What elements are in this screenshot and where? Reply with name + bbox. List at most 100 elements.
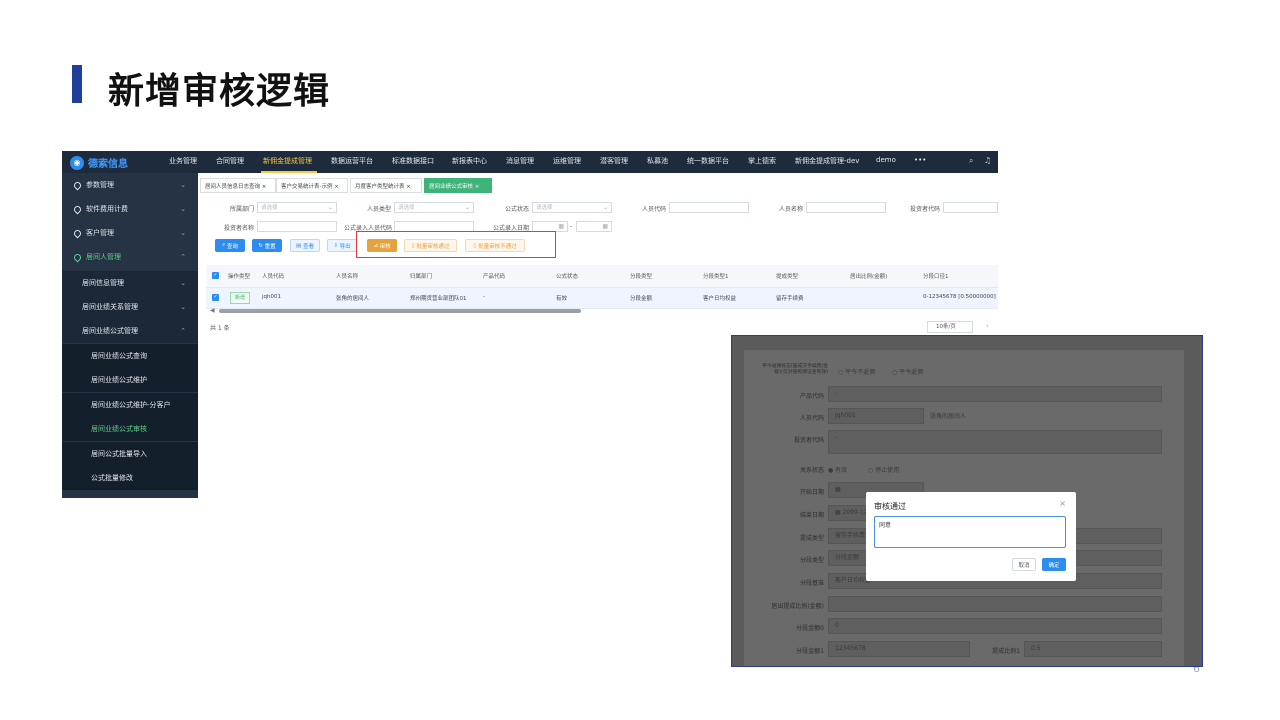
sidebar: 参数管理 ⌄ 软件费用计费 ⌄ 客户管理 ⌄ 居间人管理 ⌃ 居间信息管理 ⌄ 居间业绩关… [62,173,198,498]
sidebar-leaf[interactable]: 居间公式批量导入 [62,442,198,466]
form-label: 居出提成比例(金额) [771,603,824,610]
form-label: 投资者代码 [793,437,824,444]
select-all-checkbox[interactable]: ✓ [212,272,219,279]
tab[interactable]: 居间人员信息日志查询 × [200,178,276,193]
bell-icon[interactable]: ♫ [984,156,991,165]
view-button[interactable]: ▤ 查看 [290,239,320,252]
staff-code-input[interactable] [669,202,749,213]
tab[interactable]: 客户交易统计表-示例 × [276,178,348,193]
column-header[interactable]: 产品代码 [483,272,505,280]
nav-item[interactable]: 运维管理 [553,156,581,166]
column-header[interactable]: 分段类型1 [703,272,729,280]
slide-title: 新增审核逻辑 [108,71,331,112]
row-checkbox[interactable]: ✓ [212,294,219,301]
type-select[interactable]: 请选择 ⌄ [394,202,474,213]
nav-item[interactable]: 数据运营平台 [331,156,373,166]
dept-select[interactable]: 请选择 ⌄ [257,202,337,213]
chevron-down-icon: ⌄ [180,279,186,287]
chevron-down-icon: ⌄ [180,303,186,311]
nav-item[interactable]: 新佣金提成管理-dev [795,156,859,166]
column-header[interactable]: 分段类型 [630,272,652,280]
product-select[interactable]: - [828,386,1162,402]
ratio1-field[interactable]: 0.5 [1024,641,1162,657]
highlight-box [356,231,556,258]
sidebar-item[interactable]: 软件费用计费 ⌄ [62,197,198,221]
tier-type-value: 留存手续费 [835,532,866,539]
form-label: 平今返佣标志(居成交手续费/金额)(仅对按照保证金有效) [762,364,828,375]
sidebar-item[interactable]: 客户管理 ⌄ [62,221,198,245]
nav-more[interactable]: ••• [914,156,926,164]
sidebar-leaf[interactable]: 居间业绩公式维护 [62,368,198,392]
export-button[interactable]: ⇩ 导出 [327,239,357,252]
column-header[interactable]: 居出比例(金额) [850,272,887,280]
radio-option[interactable]: ○ 平今返佣 [892,367,923,376]
column-header[interactable]: 公式状态 [556,272,578,280]
ratio-field[interactable] [828,596,1162,612]
nav-item[interactable]: demo [876,156,896,164]
close-icon[interactable]: × [1059,499,1066,508]
sidebar-leaf[interactable]: 居间业绩公式查询 [62,344,198,368]
export-button-label: 导出 [339,243,351,250]
chevron-down-icon: ⌄ [180,181,186,189]
sidebar-subitem[interactable]: 居间业绩公式管理 ⌃ [62,319,198,343]
amount1-field[interactable]: 12345678 [828,641,970,657]
nav-item-active[interactable]: 新佣金提成管理 [263,156,312,166]
column-header[interactable]: 人员名称 [336,272,358,280]
sidebar-leaf-active[interactable]: 居间业绩公式审核 [62,417,198,441]
sidebar-item[interactable]: 参数管理 ⌄ [62,173,198,197]
amount0-field[interactable]: 0 [828,618,1162,634]
investor-code-input[interactable] [943,202,998,213]
end-date-input[interactable]: ▦ [576,221,612,232]
query-button[interactable]: ⌕ 查询 [215,239,245,252]
radio-option[interactable]: ● 有效 [828,465,847,474]
nav-item[interactable]: 私募池 [647,156,668,166]
nav-item[interactable]: 掌上德索 [748,156,776,166]
formula-status-label: 公式状态 [505,206,530,213]
chevron-down-icon: ⌄ [180,229,186,237]
column-header[interactable]: 人员代码 [262,272,284,280]
view-icon: ▤ [296,242,303,249]
sidebar-leaf[interactable]: 居间业绩公式维护-分客户 [62,393,198,417]
staff-code-field[interactable]: jqh001 [828,408,924,424]
nav-item[interactable]: 新报表中心 [452,156,487,166]
investor-field[interactable]: - [828,430,1162,454]
table-cell: jqh001 [262,294,282,300]
formula-status-select[interactable]: 请选择 ⌄ [532,202,612,213]
nav-item[interactable]: 业务管理 [169,156,197,166]
column-header[interactable]: 提成类型 [776,272,798,280]
page-size-select[interactable]: 10条/页 [927,321,973,333]
sidebar-subitem-label: 居间业绩公式管理 [82,327,138,335]
reset-button[interactable]: ↻ 重置 [252,239,282,252]
investor-name-input[interactable] [257,221,337,232]
search-icon[interactable]: ⌕ [969,156,973,166]
sidebar-leaf-label: 居间业绩公式维护 [91,376,147,384]
sidebar-leaf[interactable]: 公式批量修改 [62,466,198,490]
staff-name-input[interactable] [806,202,886,213]
sidebar-subitem[interactable]: 居间业绩关系管理 ⌄ [62,295,198,319]
nav-item[interactable]: 合同管理 [216,156,244,166]
dept-placeholder: 请选择 [261,205,278,211]
sidebar-item-open[interactable]: 居间人管理 ⌃ [62,245,198,269]
prev-page-icon[interactable]: ‹ [986,322,989,330]
table-cell: 0-12345678 [0.50000000] [923,294,996,300]
tab[interactable]: 月度客户类型统计表 × [350,178,422,193]
column-header[interactable]: 归属部门 [410,272,432,280]
confirm-button[interactable]: 确定 [1042,558,1066,571]
logo[interactable]: ◉ 德索信息 [70,155,128,170]
sidebar-subitem[interactable]: 居间信息管理 ⌄ [62,271,198,295]
radio-option[interactable]: ○ 平今不返佣 [838,367,875,376]
chevron-down-icon: ⌄ [180,205,186,213]
comment-textarea[interactable]: 同意 [874,516,1066,548]
radio-option[interactable]: ○ 停止使用 [868,465,899,474]
tab-active[interactable]: 居间业绩公式审核 × [424,178,492,193]
horizontal-scrollbar[interactable] [219,309,581,313]
nav-item[interactable]: 消息管理 [506,156,534,166]
table-row[interactable]: ✓ 新增 jqh001 张角的居间人 郑州期货营业部团队01 - 有效 分段金额… [206,288,998,309]
nav-item[interactable]: 统一数据平台 [687,156,729,166]
nav-item[interactable]: 标准数据接口 [392,156,434,166]
column-header[interactable]: 分段口径1 [923,272,949,280]
investor-name-label: 投资者名称 [224,225,255,232]
nav-item[interactable]: 潜客管理 [600,156,628,166]
cancel-button[interactable]: 取消 [1012,558,1036,571]
scroll-left-icon[interactable]: ◀ [210,307,215,314]
